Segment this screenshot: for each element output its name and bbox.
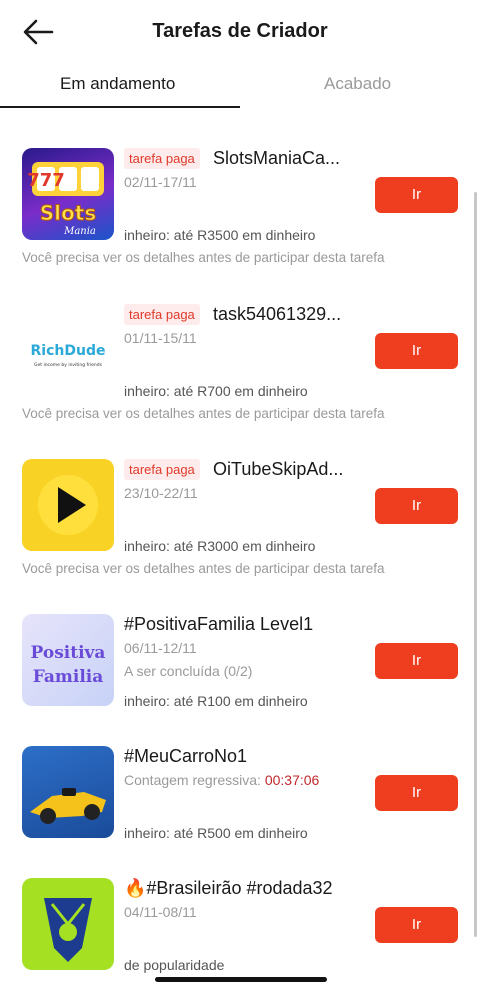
trophy-icon — [44, 898, 92, 962]
race-car-thumbnail — [22, 746, 114, 838]
task-countdown: Contagem regressiva: 00:37:06 — [124, 772, 319, 788]
positiva-familia-logo-icon: Positiva Familia — [31, 643, 106, 687]
task-note: Você precisa ver os detalhes antes de pa… — [22, 250, 385, 265]
task-reward: inheiro: até R500 em dinheiro — [124, 825, 308, 841]
task-reward: inheiro: até R100 em dinheiro — [124, 693, 308, 709]
paid-task-badge: tarefa paga — [124, 148, 200, 169]
slotsmania-thumbnail: 777 Slots Mania — [22, 148, 114, 240]
go-button[interactable]: Ir — [375, 177, 458, 213]
go-button[interactable]: Ir — [375, 643, 458, 679]
go-button[interactable]: Ir — [375, 907, 458, 943]
tab-em-andamento[interactable]: Em andamento — [60, 74, 175, 94]
task-date: 04/11-08/11 — [124, 904, 197, 920]
task-date: 01/11-15/11 — [124, 330, 197, 346]
header: Tarefas de Criador — [0, 0, 480, 64]
task-reward: inheiro: até R3000 em dinheiro — [124, 538, 316, 554]
richdude-thumbnail: RichDude Get income by inviting friends — [22, 304, 114, 396]
task-name: OiTubeSkipAd... — [213, 459, 344, 479]
countdown-value: 00:37:06 — [264, 772, 320, 788]
richdude-logo-icon: RichDude Get income by inviting friends — [31, 343, 106, 368]
task-name: #MeuCarroNo1 — [124, 746, 248, 766]
task-note: Você precisa ver os detalhes antes de pa… — [22, 561, 385, 576]
home-indicator[interactable] — [155, 977, 327, 982]
tab-bar: Em andamento Acabado — [0, 64, 480, 110]
active-tab-indicator — [0, 106, 240, 108]
task-list[interactable]: 777 Slots Mania tarefa paga SlotsManiaCa… — [0, 126, 480, 992]
svg-text:Mania: Mania — [63, 226, 96, 237]
thumb-777-text: 777 — [27, 170, 65, 191]
task-progress: A ser concluída (0/2) — [124, 663, 253, 679]
task-date: 06/11-12/11 — [124, 640, 197, 656]
task-name: task54061329... — [213, 304, 342, 324]
task-reward: inheiro: até R700 em dinheiro — [124, 383, 308, 399]
brasileirao-thumbnail — [22, 878, 114, 970]
svg-text:Familia: Familia — [33, 667, 104, 687]
go-button[interactable]: Ir — [375, 488, 458, 524]
svg-text:Get income by inviting friends: Get income by inviting friends — [34, 362, 103, 368]
play-icon — [38, 475, 98, 535]
page-title: Tarefas de Criador — [152, 20, 328, 42]
svg-text:Positiva: Positiva — [31, 643, 106, 663]
countdown-label: Contagem regressiva: — [124, 772, 265, 788]
race-car-icon — [30, 788, 106, 824]
task-date: 02/11-17/11 — [124, 174, 197, 190]
task-name: #PositivaFamilia Level1 — [124, 614, 314, 634]
paid-task-badge: tarefa paga — [124, 459, 200, 480]
task-reward: de popularidade — [124, 957, 225, 973]
go-button[interactable]: Ir — [375, 775, 458, 811]
task-date: 23/10-22/11 — [124, 485, 198, 501]
task-name: SlotsManiaCa... — [213, 148, 341, 168]
svg-text:RichDude: RichDude — [31, 343, 106, 359]
oitube-thumbnail — [22, 459, 114, 551]
positiva-familia-thumbnail: Positiva Familia — [22, 614, 114, 706]
task-name: 🔥#Brasileirão #rodada32 — [124, 878, 333, 898]
task-note: Você precisa ver os detalhes antes de pa… — [22, 406, 385, 421]
go-button[interactable]: Ir — [375, 333, 458, 369]
svg-text:Slots: Slots — [40, 201, 96, 225]
tab-acabado[interactable]: Acabado — [324, 74, 391, 94]
slots-logo-icon: 777 Slots Mania — [27, 162, 104, 237]
task-reward: inheiro: até R3500 em dinheiro — [124, 227, 316, 243]
paid-task-badge: tarefa paga — [124, 304, 200, 325]
scrollbar[interactable] — [474, 192, 477, 937]
